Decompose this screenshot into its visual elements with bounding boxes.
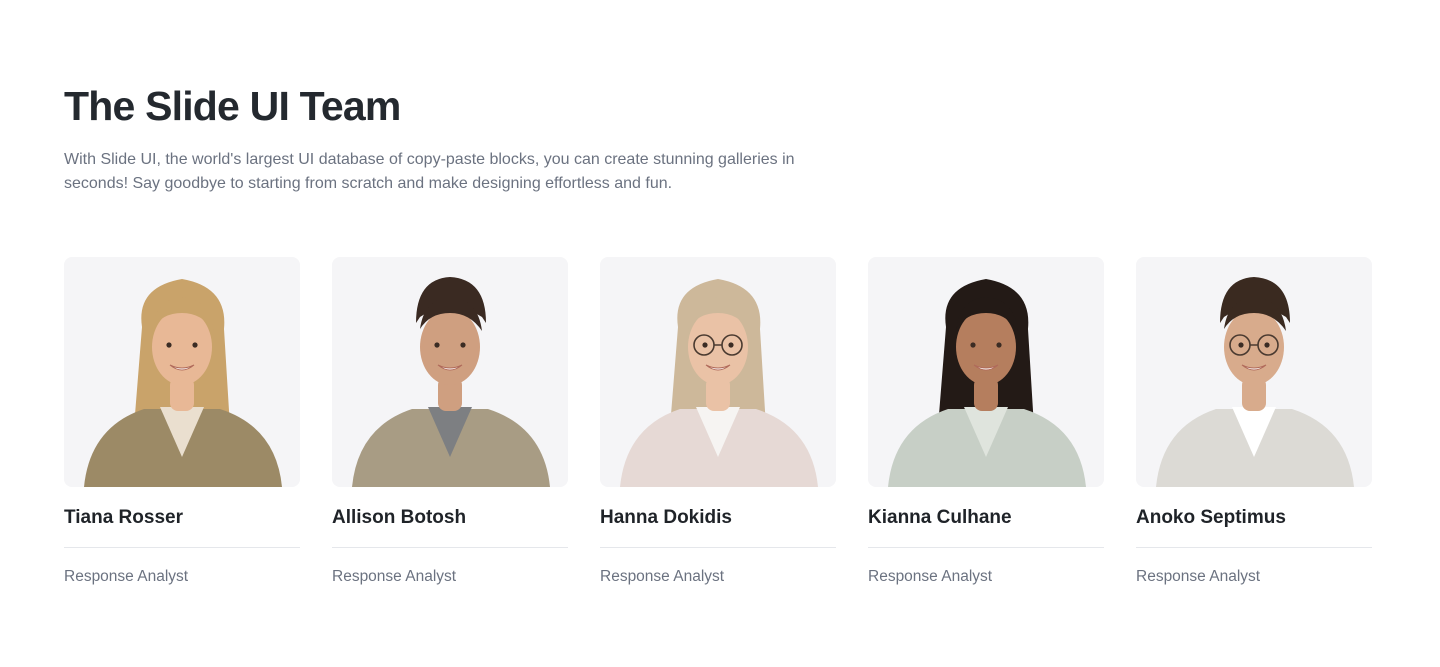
member-photo [332,257,568,487]
page-title: The Slide UI Team [64,83,401,129]
member-photo [600,257,836,487]
member-photo [1136,257,1372,487]
member-role: Response Analyst [332,568,457,585]
divider [868,547,1104,548]
divider [600,547,836,548]
team-grid: Tiana Rosser Response Analyst Allison Bo… [64,257,1372,587]
member-role: Response Analyst [64,568,189,585]
portrait-image [888,279,1086,487]
page-description: With Slide UI, the world's largest UI da… [64,151,795,192]
portrait-image [1156,277,1354,487]
portrait-image [352,277,550,487]
team-section: The Slide UI Team With Slide UI, the wor… [0,0,1440,667]
team-card: Kianna Culhane Response Analyst [868,257,1104,587]
team-card: Tiana Rosser Response Analyst [64,257,300,587]
member-name: Hanna Dokidis [600,507,732,528]
member-photo [868,257,1104,487]
member-photo [64,257,300,487]
member-role: Response Analyst [868,568,993,585]
portrait-image [620,279,818,487]
member-name: Allison Botosh [332,507,467,528]
member-role: Response Analyst [1136,568,1261,585]
portrait-image [84,279,282,487]
team-card: Hanna Dokidis Response Analyst [600,257,836,587]
team-card: Allison Botosh Response Analyst [332,257,568,587]
divider [332,547,568,548]
team-card: Anoko Septimus Response Analyst [1136,257,1372,587]
member-name: Kianna Culhane [868,507,1012,528]
divider [64,547,300,548]
member-name: Tiana Rosser [64,507,183,528]
member-name: Anoko Septimus [1136,507,1286,528]
divider [1136,547,1372,548]
member-role: Response Analyst [600,568,725,585]
